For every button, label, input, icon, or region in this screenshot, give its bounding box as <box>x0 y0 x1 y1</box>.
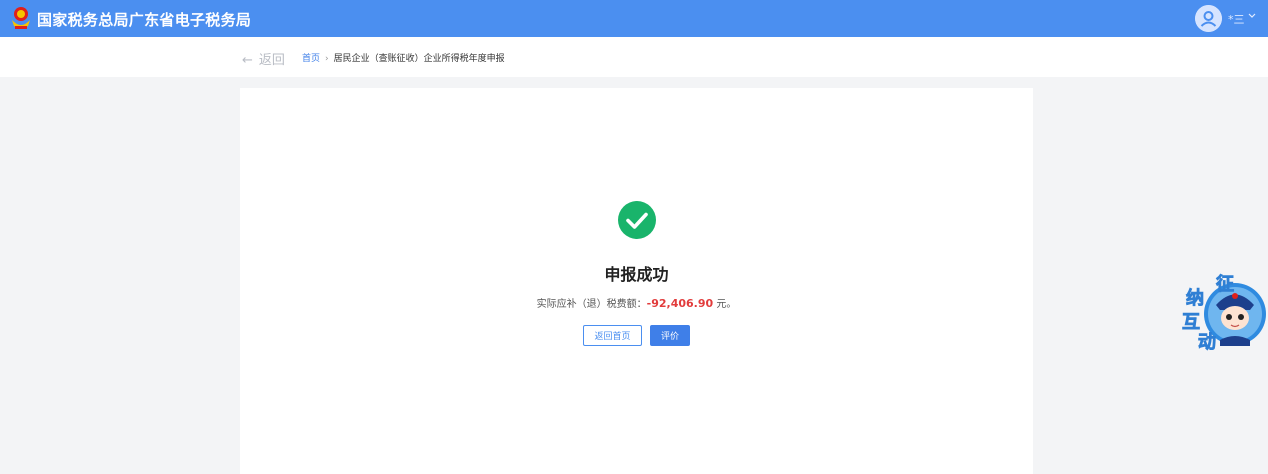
user-name[interactable]: *三 <box>1228 11 1245 27</box>
widget-char-1: 征 <box>1216 273 1234 295</box>
interaction-widget[interactable]: 征 纳 互 动 <box>1180 270 1268 356</box>
breadcrumb: 首页 › 居民企业（查账征收）企业所得税年度申报 <box>302 51 505 64</box>
widget-char-3: 互 <box>1182 312 1200 333</box>
result-panel: 申报成功 实际应补（退）税费额：-92,406.90 元。 返回首页 评价 <box>240 88 1033 474</box>
national-emblem-icon <box>12 7 30 29</box>
rate-button[interactable]: 评价 <box>650 325 690 346</box>
tax-officer-mascot-icon: 征 纳 互 动 <box>1182 273 1266 353</box>
top-bar: 国家税务总局广东省电子税务局 *三 <box>0 0 1268 37</box>
success-check-icon <box>618 201 656 239</box>
amount-suffix: 元。 <box>716 299 737 310</box>
tax-amount-line: 实际应补（退）税费额：-92,406.90 元。 <box>240 295 1033 310</box>
widget-char-4: 动 <box>1198 332 1216 353</box>
chevron-down-icon[interactable] <box>1247 10 1257 22</box>
widget-char-2: 纳 <box>1186 287 1204 309</box>
amount-prefix: 实际应补（退）税费额： <box>536 299 647 310</box>
breadcrumb-separator: › <box>325 54 329 64</box>
breadcrumb-home-link[interactable]: 首页 <box>302 54 320 64</box>
site-title: 国家税务总局广东省电子税务局 <box>37 11 252 29</box>
return-home-button[interactable]: 返回首页 <box>583 325 642 346</box>
user-avatar-icon[interactable] <box>1195 5 1222 32</box>
breadcrumb-current: 居民企业（查账征收）企业所得税年度申报 <box>333 54 505 64</box>
arrow-left-icon: ← <box>242 53 253 68</box>
navigation-bar: ← 返回 首页 › 居民企业（查账征收）企业所得税年度申报 <box>0 37 1268 77</box>
tax-amount-value: -92,406.90 <box>646 297 714 310</box>
back-label: 返回 <box>258 53 285 68</box>
result-title: 申报成功 <box>604 265 669 284</box>
back-button[interactable]: ← 返回 <box>242 49 285 68</box>
